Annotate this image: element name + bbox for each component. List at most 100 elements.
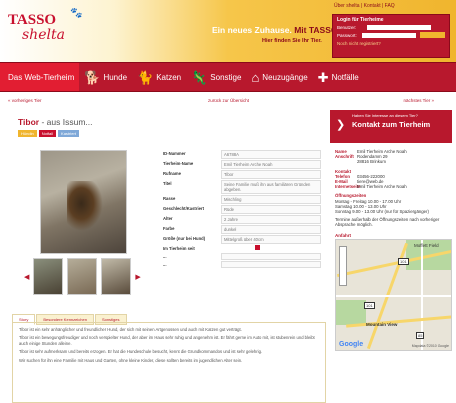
dog-photo: [67, 181, 103, 231]
detail-value: Mittelgroß über 40cm: [221, 235, 321, 244]
detail-row: Titel Seine Familie muß ihn aus familiäre…: [163, 180, 321, 194]
story-paragraph: Tibor ist ein sehr anhänglicher und freu…: [19, 327, 242, 332]
detail-label: Rufname: [163, 171, 181, 176]
site-header: TASSO shelta 🐾 Ein neues Zuhause. Mit TA…: [0, 0, 456, 62]
map-zoom-control[interactable]: [339, 245, 347, 286]
login-user-label: Benutzer:: [337, 25, 357, 30]
calendar-icon[interactable]: [255, 245, 260, 250]
detail-value: Tibor: [221, 170, 321, 179]
photo-thumbnail[interactable]: [67, 258, 98, 295]
detail-label: Titel: [163, 181, 172, 186]
animal-pager: « vorheriges Tier zurück zur Übersicht n…: [8, 98, 448, 106]
detail-label: Größe (nur bei Hund): [163, 236, 206, 241]
detail-row: Alter 2 Jahre: [163, 215, 321, 224]
location-map[interactable]: Moffett Field Mountain View 101 101 85 G…: [335, 238, 452, 351]
overview-link[interactable]: zurück zur Übersicht: [208, 98, 249, 103]
animal-tags: Hündin Notfall Kastriert: [18, 130, 79, 137]
nav-sonstige[interactable]: 🦎 Sonstige: [186, 63, 246, 91]
story-paragraph: Tibor ist sehr aufmerksam und bereits er…: [19, 349, 263, 355]
map-street: [336, 294, 451, 297]
story-paragraph: Wir suchen für ihn eine Familie mit Haus…: [19, 357, 243, 363]
shelter-sidebar: ❯ Haben Sie Interesse an diesem Tier? Ko…: [330, 110, 452, 351]
nav-notfaelle-label: Notfälle: [331, 72, 359, 82]
top-links[interactable]: Über shelta | Kontakt | FAQ: [334, 3, 395, 9]
animal-name: Tibor: [18, 117, 40, 127]
map-pin-icon: ❯: [336, 119, 346, 131]
address-line: 28816 Brinkum: [357, 159, 386, 165]
detail-label: ...: [163, 262, 167, 267]
tag-badge: Hündin: [18, 130, 37, 137]
thumb-prev-arrow-icon[interactable]: ◀: [24, 273, 29, 281]
lizard-icon: 🦎: [191, 69, 208, 85]
animal-origin: - aus Issum...: [41, 117, 93, 127]
detail-label: Im Tierheim seit: [163, 246, 195, 251]
detail-value: Emil Tierheim Arche Noah: [221, 160, 321, 169]
login-pass-label: Passwort:: [337, 32, 357, 38]
map-heading: Anfahrt: [335, 232, 351, 238]
animal-main-photo[interactable]: [40, 150, 127, 254]
nav-hunde[interactable]: 🐕 Hunde: [79, 63, 132, 91]
story-paragraph: Tibor ist ein bewegungsfreudiger und noc…: [19, 335, 315, 346]
photo-thumbnail[interactable]: [33, 258, 64, 295]
detail-label: ...: [163, 254, 167, 259]
detail-label: ID-Nummer: [163, 151, 186, 156]
nav-neuzugaenge[interactable]: ⌂ Neuzugänge: [246, 63, 312, 91]
detail-row: Rufname Tibor: [163, 170, 321, 179]
detail-row: Farbe dunkel: [163, 225, 321, 234]
map-route-shield: 85: [416, 331, 425, 339]
map-park: [336, 299, 366, 325]
shelter-info: Name Emil Tierheim Arche Noah Anschrift Ro…: [330, 149, 452, 228]
nav-web-tierheim[interactable]: Das Web-Tierheim: [0, 63, 80, 91]
photo-thumbnail[interactable]: [101, 258, 132, 295]
detail-value: [221, 253, 321, 260]
detail-value: A6788A: [221, 150, 321, 159]
slogan-lead: Ein neues Zuhause.: [212, 25, 292, 35]
tag-badge: Notfall: [38, 130, 57, 137]
detail-label: Rasse: [163, 196, 176, 201]
login-pass-input[interactable]: [362, 32, 416, 38]
info-label: Internetseite: [335, 184, 361, 190]
next-animal-link[interactable]: nächstes Tier »: [403, 98, 434, 103]
detail-row: Tierheim-Name Emil Tierheim Arche Noah: [163, 160, 321, 169]
prev-animal-link[interactable]: « vorheriges Tier: [8, 98, 42, 103]
contact-shelter-button[interactable]: ❯ Haben Sie Interesse an diesem Tier? Ko…: [330, 110, 452, 143]
detail-label: Farbe: [163, 226, 175, 231]
cross-icon: ✚: [317, 69, 329, 85]
nav-web-tierheim-label: Das Web-Tierheim: [8, 72, 75, 82]
story-panel: Tibor ist ein sehr anhänglicher und freu…: [12, 322, 326, 403]
detail-value: 2 Jahre: [221, 215, 321, 224]
map-copyright: Mapdata ©2010 Google: [411, 343, 449, 348]
tag-badge: Kastriert: [58, 130, 79, 137]
website-link[interactable]: Emil Tierheim Arche Noah: [357, 184, 407, 189]
login-title: Login für Tierheime: [337, 17, 384, 23]
dog-icon: 🐕: [84, 69, 101, 85]
nav-notfaelle[interactable]: ✚ Notfälle: [313, 63, 364, 91]
login-box: Login für Tierheime Benutzer: Passwort: …: [332, 14, 450, 58]
map-place-label: Mountain View: [366, 321, 398, 327]
info-value: Rodendamm 29 28816 Brinkum: [357, 154, 388, 164]
nav-katzen[interactable]: 🐈 Katzen: [132, 63, 186, 91]
info-label: Anschrift: [335, 154, 354, 160]
login-user-input[interactable]: [367, 25, 431, 30]
cta-small-text: Haben Sie Interesse an diesem Tier?: [352, 113, 418, 118]
detail-row: ID-Nummer A6788A: [163, 150, 321, 159]
hours-note: Termine außerhalb der Öffnungszeiten nac…: [335, 217, 440, 228]
site-logo[interactable]: TASSO shelta 🐾: [8, 8, 82, 43]
hours-line: Sonntag 9.00 - 13.00 Uhr (nur für Spazie…: [335, 209, 429, 215]
map-route-shield: 101: [364, 301, 375, 309]
detail-label: Tierheim-Name: [163, 161, 194, 166]
login-submit-button[interactable]: [419, 32, 445, 38]
detail-row: Größe (nur bei Hund) Mittelgroß über 40cm: [163, 235, 321, 244]
detail-row: Rasse Mischling: [163, 195, 321, 204]
photo-thumbnails: ◀ ▶: [24, 258, 141, 295]
register-link[interactable]: Noch nicht registriert?: [337, 41, 445, 46]
map-place-label: Moffett Field: [414, 242, 439, 248]
web-row: Internetseite Emil Tierheim Arche Noah: [335, 184, 452, 189]
logo-shelta-text: shelta: [22, 27, 65, 43]
header-subline: Hier finden Sie Ihr Tier.: [262, 38, 322, 44]
detail-value: Seine Familie muß ihn aus familiären Grü…: [221, 180, 321, 194]
thumb-next-arrow-icon[interactable]: ▶: [135, 273, 140, 281]
nav-sonstige-label: Sonstige: [210, 72, 242, 82]
shelter-address-row: Anschrift Rodendamm 29 28816 Brinkum: [335, 154, 452, 164]
detail-value: Rüde: [221, 205, 321, 214]
